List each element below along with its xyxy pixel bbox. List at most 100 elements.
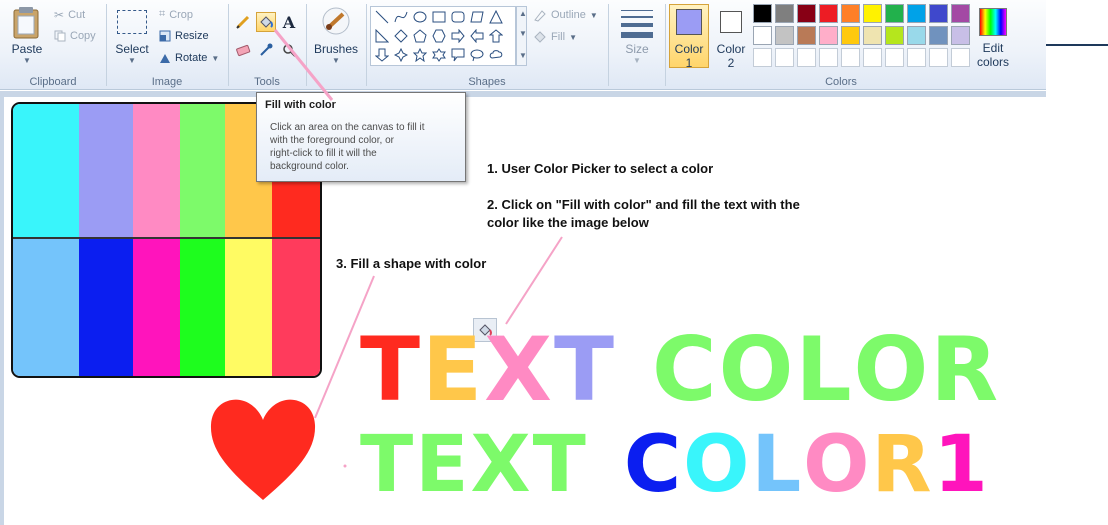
paste-button[interactable]: Paste ▼	[6, 4, 48, 66]
color-table-cell[interactable]	[79, 104, 133, 237]
rectangle-shape[interactable]	[430, 8, 448, 26]
palette-swatch[interactable]	[753, 4, 772, 23]
palette-empty-swatch[interactable]	[951, 48, 970, 67]
headline-letter[interactable]: O	[683, 420, 751, 510]
palette-swatch[interactable]	[951, 4, 970, 23]
edit-colors-button[interactable]: Edit colors	[973, 4, 1013, 69]
headline-letter[interactable]: T	[533, 420, 588, 510]
palette-swatch[interactable]	[775, 4, 794, 23]
crop-button[interactable]: ⌗ Crop	[159, 8, 193, 21]
palette-swatch[interactable]	[841, 4, 860, 23]
color-table-cell[interactable]	[133, 104, 180, 237]
headline-text-color[interactable]: TEXT COLOR	[360, 320, 1000, 420]
color-table-cell[interactable]	[272, 239, 320, 376]
palette-swatch[interactable]	[929, 26, 948, 45]
headline-letter[interactable]: T	[554, 320, 616, 420]
cloud-callout-shape[interactable]	[487, 46, 505, 64]
size-button[interactable]: Size ▼	[617, 4, 657, 68]
headline-letter[interactable]: E	[415, 420, 470, 510]
color-picker-tool[interactable]	[256, 40, 276, 60]
magnifier-tool[interactable]	[279, 40, 299, 60]
line-shape[interactable]	[373, 8, 391, 26]
shapes-scroll[interactable]: ▲ ▼ ▼	[516, 6, 527, 66]
palette-empty-swatch[interactable]	[907, 48, 926, 67]
palette-swatch[interactable]	[753, 26, 772, 45]
headline-letter[interactable]: R	[871, 420, 933, 510]
diamond-shape[interactable]	[392, 27, 410, 45]
headline-letter[interactable]: O	[719, 320, 796, 420]
color-table-cell[interactable]	[225, 239, 272, 376]
palette-empty-swatch[interactable]	[885, 48, 904, 67]
resize-button[interactable]: Resize	[159, 30, 209, 42]
text-tool[interactable]: A	[279, 12, 299, 32]
palette-empty-swatch[interactable]	[797, 48, 816, 67]
headline-letter[interactable]: O	[854, 320, 931, 420]
palette-swatch[interactable]	[863, 4, 882, 23]
color-table-cell[interactable]	[180, 104, 225, 237]
pentagon-shape[interactable]	[411, 27, 429, 45]
outline-button[interactable]: Outline ▼	[533, 8, 598, 22]
six-point-star-shape[interactable]	[430, 46, 448, 64]
triangle-shape[interactable]	[487, 8, 505, 26]
right-arrow-shape[interactable]	[449, 27, 467, 45]
select-button[interactable]: Select ▼	[111, 4, 153, 66]
headline-text-color1[interactable]: TEXT COLOR1	[360, 420, 990, 510]
headline-letter[interactable]: L	[795, 320, 853, 420]
color1-button[interactable]: Color 1	[669, 4, 709, 70]
palette-swatch[interactable]	[841, 26, 860, 45]
color-table-cell[interactable]	[79, 239, 133, 376]
headline-letter[interactable]: X	[471, 420, 533, 510]
pencil-tool[interactable]	[233, 12, 253, 32]
palette-swatch[interactable]	[885, 26, 904, 45]
headline-letter[interactable]: 1	[934, 420, 990, 510]
palette-swatch[interactable]	[819, 26, 838, 45]
palette-empty-swatch[interactable]	[841, 48, 860, 67]
headline-letter[interactable]: T	[360, 320, 422, 420]
four-point-star-shape[interactable]	[392, 46, 410, 64]
shapes-gallery[interactable]	[370, 6, 516, 66]
hexagon-shape[interactable]	[430, 27, 448, 45]
five-point-star-shape[interactable]	[411, 46, 429, 64]
headline-letter[interactable]: T	[360, 420, 415, 510]
rotate-button[interactable]: Rotate ▼	[159, 52, 219, 64]
palette-swatch[interactable]	[775, 26, 794, 45]
color2-button[interactable]: Color 2	[711, 4, 751, 70]
polygon-shape[interactable]	[468, 8, 486, 26]
cut-button[interactable]: ✂ Cut	[54, 8, 85, 22]
palette-swatch[interactable]	[885, 4, 904, 23]
palette-swatch[interactable]	[929, 4, 948, 23]
headline-letter[interactable]: R	[930, 320, 1000, 420]
palette-swatch[interactable]	[797, 26, 816, 45]
palette-swatch[interactable]	[797, 4, 816, 23]
color-table-cell[interactable]	[133, 239, 180, 376]
oval-shape[interactable]	[411, 8, 429, 26]
up-arrow-shape[interactable]	[487, 27, 505, 45]
left-arrow-shape[interactable]	[468, 27, 486, 45]
headline-letter[interactable]: E	[422, 320, 484, 420]
palette-swatch[interactable]	[951, 26, 970, 45]
palette-empty-swatch[interactable]	[819, 48, 838, 67]
fill-with-color-tool[interactable]	[256, 12, 276, 32]
color-table-cell[interactable]	[13, 104, 79, 237]
right-triangle-shape[interactable]	[373, 27, 391, 45]
fill-button[interactable]: Fill ▼	[533, 30, 577, 44]
rect-callout-shape[interactable]	[449, 46, 467, 64]
palette-swatch[interactable]	[863, 26, 882, 45]
oval-callout-shape[interactable]	[468, 46, 486, 64]
brushes-button[interactable]: Brushes ▼	[311, 4, 361, 68]
headline-letter[interactable]: X	[484, 320, 554, 420]
palette-swatch[interactable]	[907, 26, 926, 45]
color-table-cell[interactable]	[180, 239, 225, 376]
palette-empty-swatch[interactable]	[775, 48, 794, 67]
headline-letter[interactable]: L	[751, 420, 803, 510]
palette-empty-swatch[interactable]	[753, 48, 772, 67]
palette-empty-swatch[interactable]	[863, 48, 882, 67]
headline-letter[interactable]: C	[652, 320, 719, 420]
palette-swatch[interactable]	[907, 4, 926, 23]
headline-letter[interactable]: O	[803, 420, 871, 510]
color-table-cell[interactable]	[13, 239, 79, 376]
palette-swatch[interactable]	[819, 4, 838, 23]
eraser-tool[interactable]	[233, 40, 253, 60]
down-arrow-shape[interactable]	[373, 46, 391, 64]
rounded-rectangle-shape[interactable]	[449, 8, 467, 26]
